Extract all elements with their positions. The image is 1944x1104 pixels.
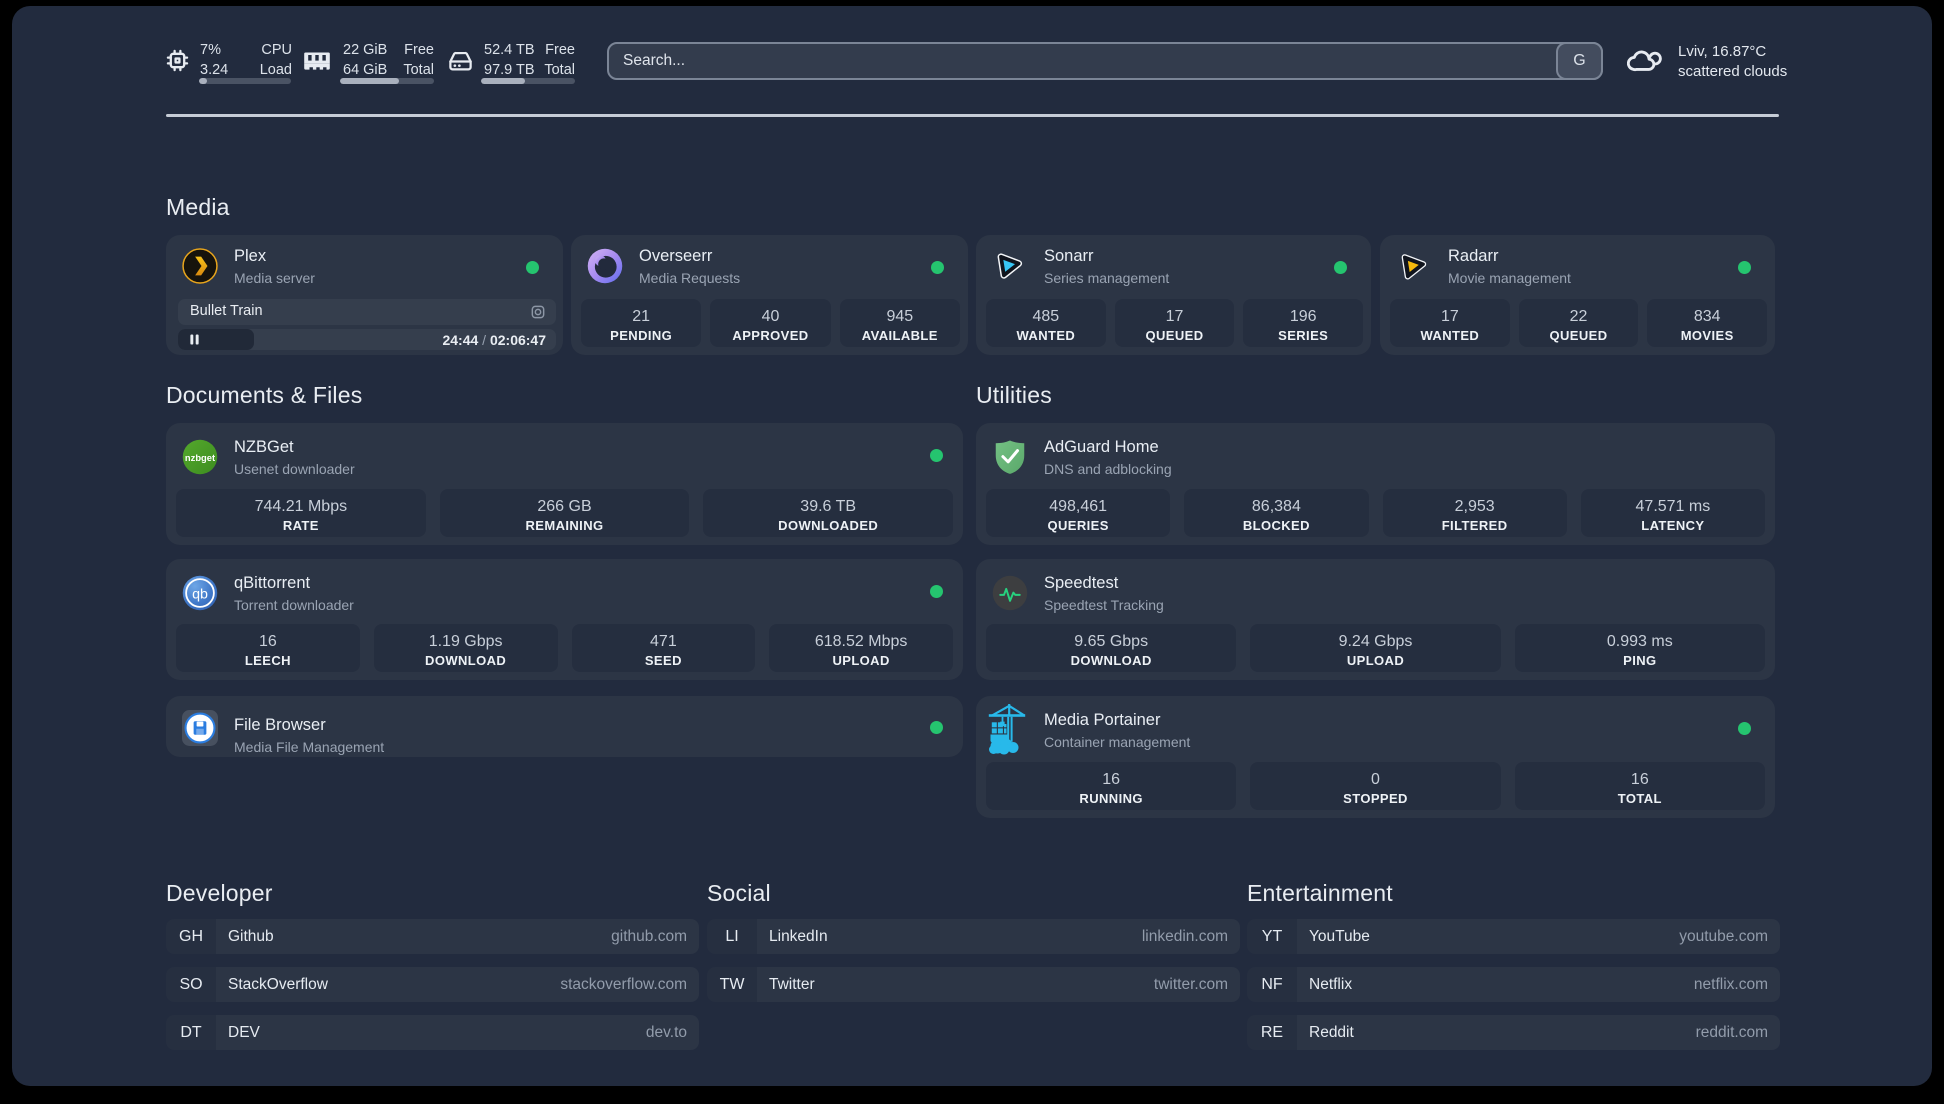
svg-text:nzbget: nzbget xyxy=(185,453,215,463)
svg-text:qb: qb xyxy=(192,586,208,602)
